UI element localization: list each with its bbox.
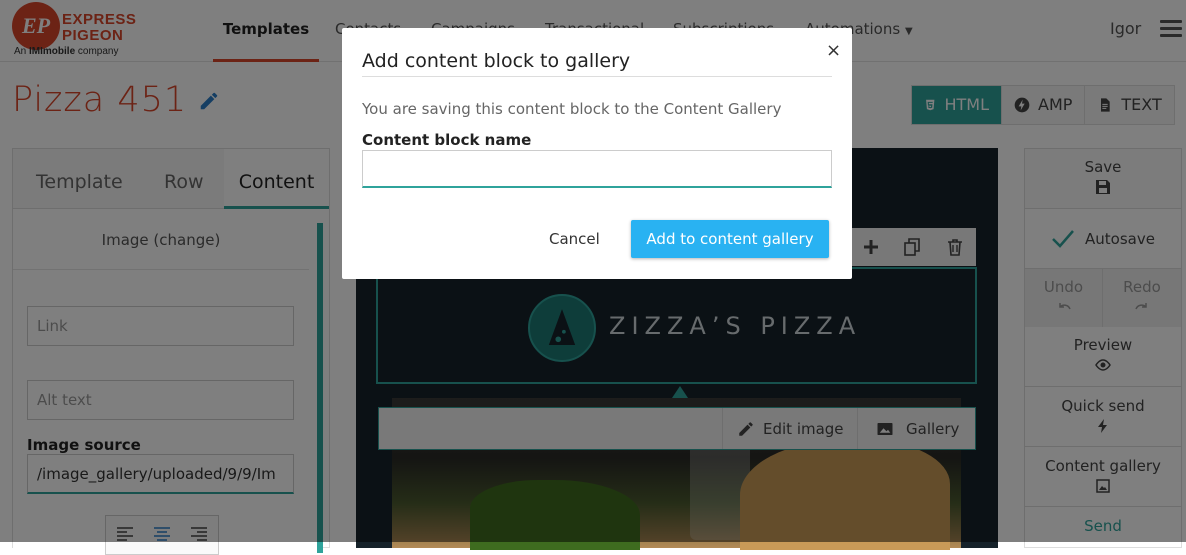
content-block-name-input[interactable]	[362, 150, 832, 188]
cancel-button[interactable]: Cancel	[549, 230, 600, 248]
add-content-block-dialog: Add content block to gallery × You are s…	[342, 28, 852, 279]
close-icon[interactable]: ×	[826, 40, 841, 61]
add-to-content-gallery-button[interactable]: Add to content gallery	[631, 220, 829, 258]
dialog-title: Add content block to gallery	[362, 50, 631, 72]
dialog-description: You are saving this content block to the…	[362, 100, 782, 118]
content-block-name-label: Content block name	[362, 131, 532, 149]
dialog-divider	[362, 76, 832, 77]
